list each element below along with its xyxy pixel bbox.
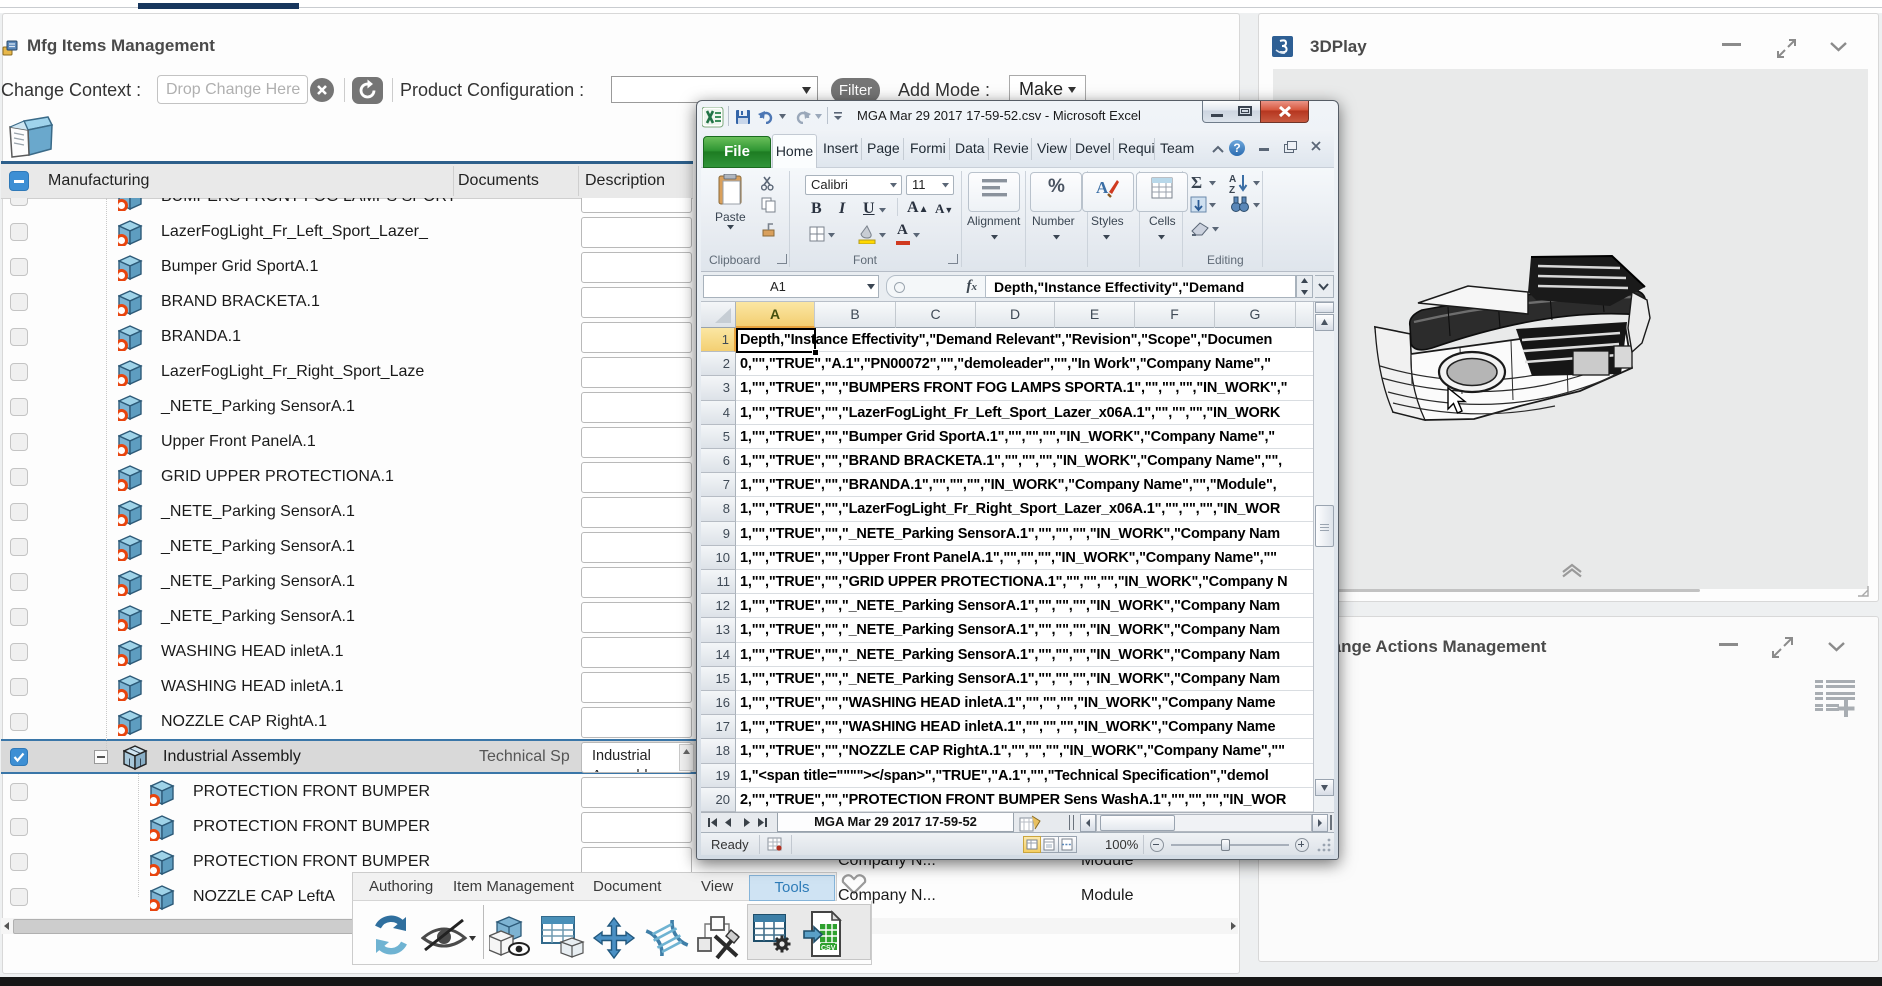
svg-text:A: A xyxy=(1096,178,1109,197)
svg-text:Z: Z xyxy=(1229,185,1235,194)
svg-text:A: A xyxy=(1229,174,1236,185)
svg-text:CSV: CSV xyxy=(821,945,836,952)
